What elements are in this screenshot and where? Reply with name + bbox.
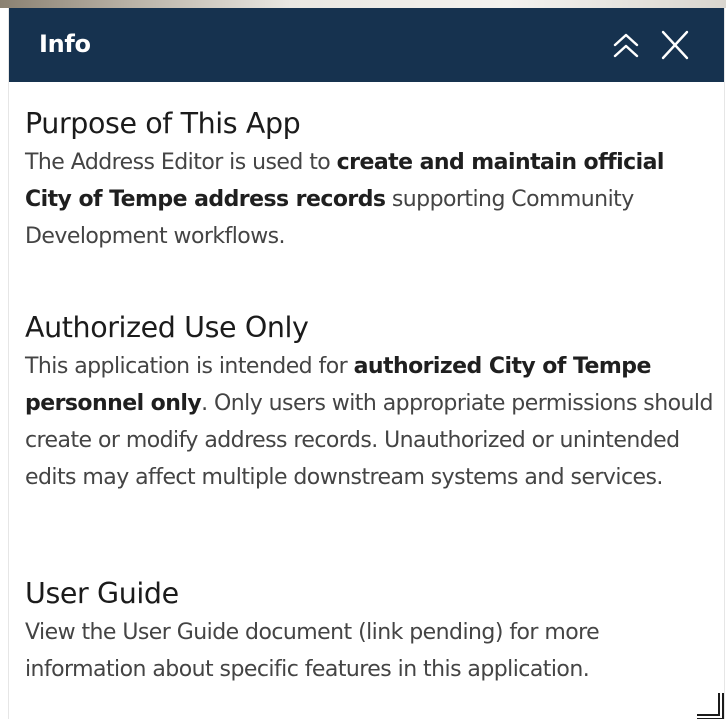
- map-background-strip: [0, 0, 726, 8]
- body-text: The Address Editor is used to: [25, 150, 337, 175]
- section-user-guide: User Guide View the User Guide document …: [25, 574, 715, 688]
- resize-corner-icon: [697, 693, 724, 719]
- section-body: The Address Editor is used to create and…: [25, 144, 715, 255]
- panel-header: Info: [9, 8, 724, 82]
- section-heading: Authorized Use Only: [25, 311, 309, 344]
- section-body: This application is intended for authori…: [25, 348, 715, 496]
- body-text: This application is intended for: [25, 354, 354, 379]
- info-panel: Info Purpose of This App The Address Edi…: [9, 8, 724, 719]
- section-purpose: Purpose of This App The Address Editor i…: [25, 104, 715, 255]
- close-icon: [661, 30, 689, 60]
- resize-handle[interactable]: [695, 691, 724, 719]
- panel-title: Info: [39, 30, 91, 58]
- body-text: View the User Guide document (link pendi…: [25, 620, 600, 682]
- section-heading: User Guide: [25, 577, 179, 610]
- collapse-button[interactable]: [609, 28, 643, 62]
- close-button[interactable]: [658, 28, 692, 62]
- section-authorized-use: Authorized Use Only This application is …: [25, 308, 715, 496]
- section-heading: Purpose of This App: [25, 107, 301, 140]
- section-body: View the User Guide document (link pendi…: [25, 614, 715, 688]
- double-chevron-up-icon: [613, 33, 639, 58]
